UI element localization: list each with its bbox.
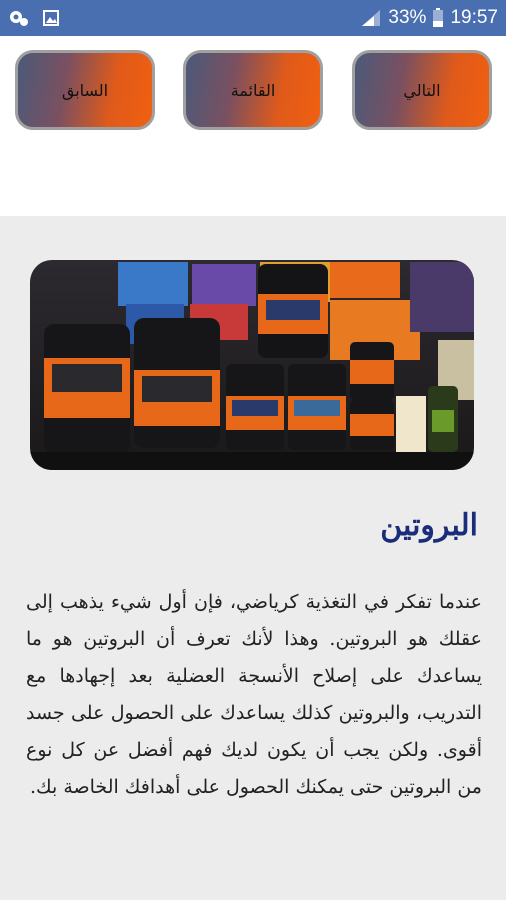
signal-icon	[360, 8, 382, 28]
list-button[interactable]: القائمة	[183, 50, 323, 130]
battery-percent: 33%	[388, 7, 427, 28]
battery-icon	[432, 8, 444, 28]
clock: 19:57	[450, 7, 498, 28]
article-body: عندما تفكر في التغذية كرياضي، فإن أول شي…	[26, 591, 482, 798]
article-content: البروتين عندما تفكر في التغذية كرياضي، ف…	[0, 216, 506, 900]
notification-icon	[8, 8, 30, 28]
status-bar-left	[8, 8, 62, 28]
article-title: البروتين	[380, 508, 478, 543]
status-bar-right: 33% 19:57	[360, 7, 498, 29]
previous-button[interactable]: السابق	[15, 50, 155, 130]
status-bar: 33% 19:57	[0, 0, 506, 36]
protein-products-image	[30, 260, 474, 470]
next-button[interactable]: التالي	[352, 50, 492, 130]
gallery-icon	[40, 8, 62, 28]
